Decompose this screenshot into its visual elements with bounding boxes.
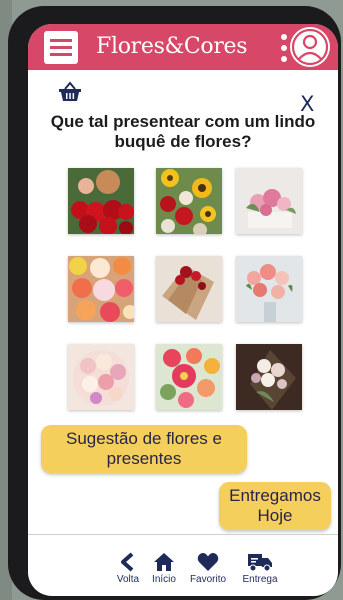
menu-icon-line (50, 46, 72, 49)
nav-delivery[interactable]: Entrega (238, 552, 282, 592)
flower-image-wrapped-roses[interactable] (156, 256, 222, 322)
app-screen: Flores&Cores X Que tal presentear com um… (28, 24, 338, 596)
user-icon (291, 28, 329, 66)
basket-icon[interactable] (58, 80, 82, 102)
nav-home[interactable]: Início (146, 552, 182, 592)
flower-image-gerberas[interactable] (68, 256, 134, 322)
flower-image-pink-vase[interactable] (236, 256, 302, 322)
home-icon (154, 553, 174, 571)
delivery-truck-icon (248, 554, 272, 572)
profile-button[interactable] (290, 27, 330, 67)
nav-home-label: Início (152, 574, 176, 585)
nav-favorite-label: Favorito (189, 574, 227, 585)
flower-image-pastel-bouquet[interactable] (68, 344, 134, 410)
nav-back-label: Volta (116, 574, 140, 585)
nav-back[interactable]: Volta (110, 552, 146, 592)
flower-image-pink-roses-box[interactable] (236, 168, 302, 234)
suggestion-button[interactable]: Sugestão de flores e presentes (41, 425, 247, 473)
flower-image-sunflower-mix[interactable] (156, 168, 222, 234)
flower-image-red-roses[interactable] (68, 168, 134, 234)
chevron-left-icon (121, 552, 134, 572)
brand-title: Flores&Cores (96, 34, 248, 59)
delivery-today-button[interactable]: Entregamos Hoje (219, 482, 331, 530)
phone-frame: Flores&Cores X Que tal presentear com um… (8, 6, 341, 600)
menu-icon-line (50, 53, 72, 56)
more-options-icon[interactable] (281, 32, 289, 64)
top-bar: Flores&Cores (28, 24, 338, 70)
gift-question: Que tal presentear com um lindo buquê de… (50, 112, 316, 151)
flower-image-dahlias[interactable] (156, 344, 222, 410)
heart-icon (197, 553, 219, 571)
menu-icon-line (50, 39, 72, 42)
menu-button[interactable] (44, 31, 78, 64)
bottom-nav-divider (28, 534, 338, 535)
nav-favorite[interactable]: Favorito (184, 552, 232, 592)
nav-delivery-label: Entrega (242, 574, 278, 585)
flower-image-white-roses[interactable] (236, 344, 302, 410)
